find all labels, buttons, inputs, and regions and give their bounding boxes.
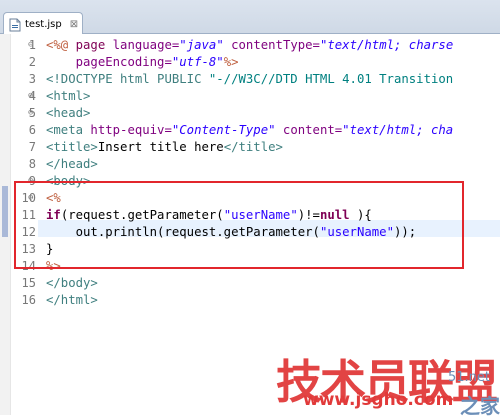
code-token: "text/html; charse: [319, 38, 454, 52]
code-text: <head>: [46, 105, 90, 122]
code-token: "utf-8": [171, 55, 224, 69]
line-number: 2: [28, 55, 36, 69]
code-token: </html>: [46, 293, 98, 307]
tab-test-jsp[interactable]: test.jsp ⊠: [3, 12, 83, 35]
code-line: 1 ⊖ <%@ page language="java" contentType="…: [0, 37, 500, 54]
line-number: 3: [28, 72, 36, 86]
code-token: <head>: [46, 106, 91, 120]
line-number: 16: [21, 293, 36, 307]
code-token: %>: [223, 55, 239, 69]
code-token: <meta: [46, 123, 91, 137]
code-line: 4 ⊖ <html>: [0, 88, 500, 105]
code-text: <%@ page language="java" contentType="te…: [46, 37, 453, 54]
code-token: </body>: [46, 276, 98, 290]
code-token: <title>: [46, 140, 98, 154]
code-token: "-//W3C//DTD HTML 4.01 Transition: [208, 72, 454, 86]
code-token: </head>: [46, 157, 98, 171]
code-line: 2 pageEncoding="utf-8"%>: [0, 54, 500, 71]
code-token: </title>: [223, 140, 283, 154]
code-text: </html>: [46, 292, 98, 309]
code-line: 8 </head>: [0, 156, 500, 173]
code-token: "text/html; cha: [342, 123, 454, 137]
annotation-highlight-box: [14, 181, 464, 269]
code-line: 3 <!DOCTYPE html PUBLIC "-//W3C//DTD HTML…: [0, 71, 500, 88]
code-line: 7 <title>Insert title here</title>: [0, 139, 500, 156]
code-token: contentType=: [231, 38, 320, 52]
watermark-url: www.jsgho.com: [303, 390, 454, 410]
code-token: "Content-Type": [171, 123, 276, 137]
code-text: <meta http-equiv="Content-Type" content=…: [46, 122, 453, 139]
code-text: <!DOCTYPE html PUBLIC "-//W3C//DTD HTML …: [46, 71, 453, 88]
code-token: "java": [179, 38, 224, 52]
code-token: <%@: [46, 38, 76, 52]
code-text: </head>: [46, 156, 98, 173]
code-line: 16 </html>: [0, 292, 500, 309]
code-token: http-equiv=: [90, 123, 172, 137]
close-icon[interactable]: ⊠: [70, 19, 78, 30]
code-text: pageEncoding="utf-8"%>: [46, 54, 239, 71]
line-number: 15: [21, 276, 36, 290]
jsp-file-icon: [9, 17, 21, 32]
code-line: 6 <meta http-equiv="Content-Type" content…: [0, 122, 500, 139]
editor-tab-bar: test.jsp ⊠: [0, 0, 500, 35]
fold-toggle-icon[interactable]: ⊖: [28, 37, 33, 54]
code-token: content=: [282, 123, 343, 137]
watermark-side-top: 51.net: [448, 370, 491, 385]
line-number: 7: [28, 140, 36, 154]
line-number: 6: [28, 123, 36, 137]
line-number: 8: [28, 157, 36, 171]
code-line: 15 </body>: [0, 275, 500, 292]
code-token: <html>: [46, 89, 91, 103]
tab-label: test.jsp: [25, 18, 62, 30]
code-token: pageEncoding=: [75, 55, 172, 69]
fold-toggle-icon[interactable]: ⊖: [28, 105, 33, 122]
code-text: <title>Insert title here</title>: [46, 139, 283, 156]
code-token: page: [75, 38, 113, 52]
code-token: language=: [112, 38, 180, 52]
code-text: </body>: [46, 275, 98, 292]
code-token: <!DOCTYPE html PUBLIC: [46, 72, 209, 86]
code-token: Insert title here: [97, 140, 224, 154]
code-line: 5 ⊖ <head>: [0, 105, 500, 122]
fold-toggle-icon[interactable]: ⊖: [28, 88, 33, 105]
code-text: <html>: [46, 88, 90, 105]
